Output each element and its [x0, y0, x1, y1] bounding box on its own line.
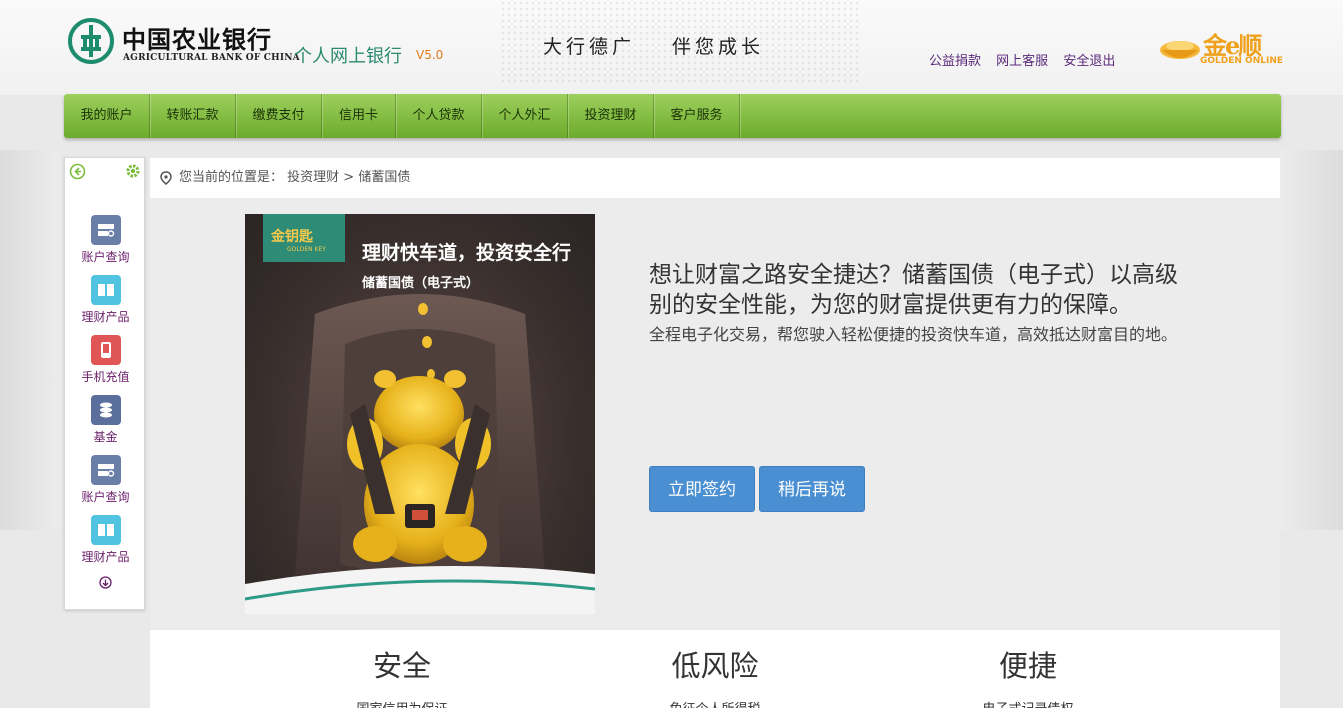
bank-name-en: AGRICULTURAL BANK OF CHINA [123, 53, 300, 63]
quick-sidebar: 账户查询 理财产品 手机充值 基金 账户查询 理财产品 [64, 157, 145, 610]
sidebar-item-label: 理财产品 [81, 310, 130, 324]
breadcrumb: 您当前的位置是： 投资理财 > 储蓄国债 [150, 158, 1280, 198]
sidebar-item-label: 手机充值 [81, 370, 130, 384]
feature-convenient: 便捷 电子式记录债权 [928, 646, 1128, 708]
golden-key-label: 金钥匙 [271, 229, 313, 245]
sidebar-item-account-query-2[interactable]: 账户查询 [65, 455, 146, 505]
logout-link[interactable]: 安全退出 [1063, 54, 1115, 69]
scroll-down-icon[interactable] [99, 576, 112, 589]
savings-bond-poster: 金钥匙 GOLDEN KEY 理财快车道，投资安全行 储蓄国债（电子式） [245, 214, 595, 614]
nav-personal-loan[interactable]: 个人贷款 [396, 94, 482, 138]
abc-logo-icon [68, 18, 114, 64]
feature-title: 便捷 [998, 649, 1057, 683]
feature-subtitle: 免征个人所得税 [615, 698, 815, 708]
sidebar-item-phone-recharge[interactable]: 手机充值 [65, 335, 146, 385]
breadcrumb-path[interactable]: 投资理财 > 储蓄国债 [287, 170, 410, 185]
wealth-product-icon [90, 515, 121, 545]
poster-subhead: 储蓄国债（电子式） [362, 276, 480, 291]
promo-panel: 金钥匙 GOLDEN KEY 理财快车道，投资安全行 储蓄国债（电子式） 想让财… [150, 198, 1280, 628]
feature-subtitle: 电子式记录债权 [928, 698, 1128, 708]
nav-payment[interactable]: 缴费支付 [236, 94, 322, 138]
promo-description: 全程电子化交易，帮您驶入轻松便捷的投资快车道，高效抵达财富目的地。 [649, 325, 1178, 344]
collapse-left-icon[interactable] [69, 163, 86, 180]
fund-icon [90, 395, 121, 425]
feature-subtitle: 国家信用为保证 [302, 698, 502, 708]
feature-low-risk: 低风险 免征个人所得税 [615, 646, 815, 708]
background-decoration-right [1279, 150, 1343, 530]
nav-credit-card[interactable]: 信用卡 [322, 94, 396, 138]
account-query-icon [90, 455, 121, 485]
feature-safe: 安全 国家信用为保证 [302, 646, 502, 708]
sidebar-item-label: 账户查询 [81, 490, 130, 504]
nav-my-account[interactable]: 我的账户 [64, 94, 150, 138]
sidebar-item-label: 账户查询 [81, 250, 130, 264]
bank-name-cn: 中国农业银行 [122, 25, 272, 54]
breadcrumb-prefix: 您当前的位置是： [179, 170, 284, 185]
feature-title: 安全 [372, 649, 431, 683]
site-version: V5.0 [416, 48, 444, 62]
later-button[interactable]: 稍后再说 [759, 466, 865, 512]
features-strip: 安全 国家信用为保证 低风险 免征个人所得税 便捷 电子式记录债权 [150, 630, 1280, 708]
slogan-right: 伴您成长 [672, 36, 765, 58]
top-links: 公益捐款 网上客服 安全退出 [929, 50, 1126, 69]
sidebar-item-fund[interactable]: 基金 [65, 395, 146, 445]
sidebar-item-label: 基金 [93, 430, 118, 444]
golden-key-sub: GOLDEN KEY [287, 246, 326, 253]
breadcrumb-text: 您当前的位置是： 投资理财 > 储蓄国债 [179, 158, 410, 198]
sidebar-item-wealth-product-2[interactable]: 理财产品 [65, 515, 146, 565]
feature-title: 低风险 [671, 649, 759, 683]
wealth-product-icon [90, 275, 121, 305]
golden-online-sub: GOLDEN ONLINE [1200, 56, 1284, 66]
background-decoration-left [0, 150, 60, 530]
nav-investment[interactable]: 投资理财 [568, 94, 654, 138]
slogan-left: 大行德广 [543, 36, 636, 58]
account-query-icon [90, 215, 121, 245]
promo-title: 想让财富之路安全捷达？储蓄国债（电子式）以高级别的安全性能，为您的财富提供更有力… [649, 262, 1178, 318]
gear-icon[interactable] [124, 162, 142, 180]
phone-recharge-icon [90, 335, 121, 365]
sidebar-item-wealth-product[interactable]: 理财产品 [65, 275, 146, 325]
nav-transfer[interactable]: 转账汇款 [150, 94, 236, 138]
nav-foreign-exchange[interactable]: 个人外汇 [482, 94, 568, 138]
online-service-link[interactable]: 网上客服 [996, 54, 1048, 69]
poster-headline: 理财快车道，投资安全行 [362, 242, 572, 264]
donate-link[interactable]: 公益捐款 [929, 54, 981, 69]
main-nav: 我的账户 转账汇款 缴费支付 信用卡 个人贷款 个人外汇 投资理财 客户服务 [64, 94, 1281, 138]
nav-customer-service[interactable]: 客户服务 [654, 94, 740, 138]
sidebar-item-account-query[interactable]: 账户查询 [65, 215, 146, 265]
sidebar-item-label: 理财产品 [81, 550, 130, 564]
sign-now-button[interactable]: 立即签约 [649, 466, 755, 512]
site-title: 个人网上银行 [294, 46, 402, 67]
location-pin-icon [160, 171, 172, 185]
